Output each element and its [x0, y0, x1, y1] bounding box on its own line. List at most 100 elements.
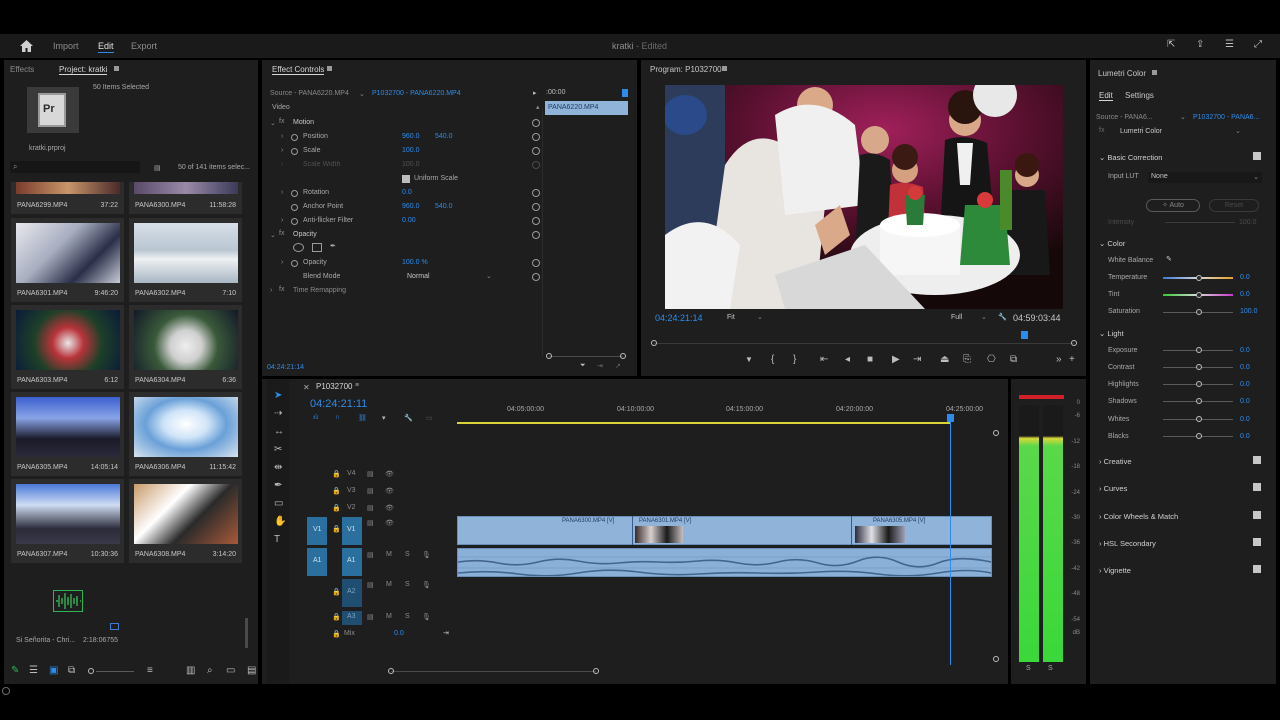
go-to-in-icon[interactable]: ⇤: [820, 355, 828, 365]
mute-button[interactable]: M: [386, 581, 392, 588]
tint-knob[interactable]: [1196, 292, 1202, 298]
list-item[interactable]: Si Señorita - Chri... 2:18:06755: [11, 566, 124, 650]
track-a1[interactable]: A1 ▤ M S 🎙: [330, 548, 456, 576]
track-a2[interactable]: 🔒 A2 ▤ M S 🎙: [330, 579, 456, 607]
timeline-timecode[interactable]: 04:24:21:11: [310, 398, 367, 410]
list-item[interactable]: PANA6306.MP4 11:15:42: [129, 392, 242, 476]
freeform-view-icon[interactable]: ⧉: [68, 666, 75, 676]
razor-tool-icon[interactable]: ✂: [274, 445, 282, 455]
curves-section-header[interactable]: › Curves: [1099, 484, 1127, 493]
solo-right-button[interactable]: S: [1048, 665, 1053, 672]
opacity-value[interactable]: 100.0 %: [402, 259, 428, 266]
tint-value[interactable]: 0.0: [1240, 291, 1250, 298]
list-view-icon[interactable]: ☰: [29, 666, 38, 676]
color-wheels-checkbox[interactable]: [1253, 511, 1261, 519]
import-menu[interactable]: Import: [53, 41, 79, 51]
ec-current-time[interactable]: 04:24:21:14: [267, 364, 304, 371]
rotation-row[interactable]: › Rotation 0.0: [270, 187, 540, 201]
go-to-end-icon[interactable]: ⇥: [443, 629, 449, 637]
scale-value[interactable]: 100.0: [402, 147, 420, 154]
reset-icon[interactable]: [532, 231, 540, 239]
sequence-menu-icon[interactable]: ≡: [355, 382, 359, 389]
eye-icon[interactable]: 👁: [385, 504, 394, 512]
nudge-icon[interactable]: ⇥: [597, 362, 603, 370]
add-marker-icon[interactable]: ▼: [745, 355, 753, 365]
stopwatch-icon[interactable]: [291, 218, 298, 225]
mark-out-icon[interactable]: }: [793, 355, 796, 365]
antiflicker-row[interactable]: › Anti-flicker Filter 0.00: [270, 215, 540, 229]
track-v4[interactable]: 🔒 V4 ▤ 👁: [330, 468, 456, 482]
reset-icon[interactable]: [532, 273, 540, 281]
scrubber-start-knob[interactable]: [651, 340, 657, 346]
track-target-a2[interactable]: A2: [342, 579, 362, 607]
track-target-a1[interactable]: A1: [342, 548, 362, 576]
motion-row[interactable]: ⌄ fx Motion: [270, 117, 540, 131]
ripple-edit-icon[interactable]: ↔: [274, 427, 284, 437]
track-a3[interactable]: 🔒 A3 ▤ M S 🎙: [330, 611, 456, 625]
export-menu[interactable]: Export: [131, 41, 157, 51]
reset-icon[interactable]: [532, 217, 540, 225]
type-tool-icon[interactable]: T: [274, 535, 280, 545]
clip-label[interactable]: PANA6301.MP4 [V]: [639, 518, 691, 524]
auto-button[interactable]: ✧ Auto: [1146, 199, 1200, 212]
sync-lock-icon[interactable]: ▤: [367, 504, 374, 512]
shadows-knob[interactable]: [1196, 398, 1202, 404]
program-playhead[interactable]: [1021, 331, 1028, 339]
source-patch-a1[interactable]: A1: [307, 548, 327, 576]
contrast-value[interactable]: 0.0: [1240, 364, 1250, 371]
new-item-icon[interactable]: ▤: [247, 666, 256, 676]
lock-icon[interactable]: 🔒: [332, 487, 341, 495]
highlights-value[interactable]: 0.0: [1240, 381, 1250, 388]
input-lut-select[interactable]: None ⌄: [1148, 172, 1262, 183]
highlights-knob[interactable]: [1196, 381, 1202, 387]
solo-button[interactable]: S: [405, 551, 410, 558]
search-input[interactable]: ⌕: [10, 161, 140, 173]
camera-icon[interactable]: ⎔: [987, 355, 996, 365]
list-item[interactable]: PANA6303.MP4 6:12: [11, 305, 124, 389]
ellipse-mask-icon[interactable]: [293, 243, 304, 252]
zoom-scroll-end[interactable]: [593, 668, 599, 674]
panel-menu-icon[interactable]: [114, 66, 119, 71]
source-label[interactable]: Source - PANA6220.MP4: [270, 90, 349, 97]
color-wheels-section-header[interactable]: › Color Wheels & Match: [1099, 512, 1178, 521]
zoom-slider-knob[interactable]: [88, 668, 94, 674]
chevron-down-icon[interactable]: ⌄: [359, 90, 365, 98]
settings-wrench-icon[interactable]: 🔧: [404, 414, 413, 422]
temperature-knob[interactable]: [1196, 275, 1202, 281]
vertical-scroll-knob-end[interactable]: [993, 656, 999, 662]
ec-zoom-knob-end[interactable]: [620, 353, 626, 359]
saturation-value[interactable]: 100.0: [1240, 308, 1258, 315]
reset-icon[interactable]: [532, 189, 540, 197]
hsl-checkbox[interactable]: [1253, 538, 1261, 546]
lock-icon[interactable]: 🔒: [332, 588, 341, 596]
ec-zoom-slider[interactable]: [549, 356, 623, 357]
vertical-scroll-knob[interactable]: [993, 430, 999, 436]
lumetri-sequence[interactable]: P1032700 - PANA6...: [1193, 114, 1259, 121]
workspace-menu-icon[interactable]: ☰: [1225, 40, 1234, 50]
mark-in-icon[interactable]: {: [771, 355, 774, 365]
list-item[interactable]: PANA6301.MP4 9:46:20: [11, 218, 124, 302]
stopwatch-icon[interactable]: [291, 134, 298, 141]
program-video-frame[interactable]: [665, 85, 1063, 309]
light-section-header[interactable]: ⌄ Light: [1099, 329, 1124, 338]
extract-icon[interactable]: ⎘: [963, 355, 971, 365]
antiflicker-value[interactable]: 0.00: [402, 217, 416, 224]
uniform-scale-checkbox[interactable]: [402, 175, 410, 183]
bin-icon[interactable]: ▤: [154, 164, 161, 172]
program-timecode-text[interactable]: 04:24:21:14: [655, 313, 703, 323]
export-frame-icon[interactable]: ↗: [615, 362, 621, 370]
basic-correction-checkbox[interactable]: [1253, 152, 1261, 160]
lock-icon[interactable]: 🔒: [332, 525, 341, 533]
opacity-row[interactable]: › Opacity 100.0 %: [270, 257, 540, 271]
exposure-knob[interactable]: [1196, 347, 1202, 353]
stop-icon[interactable]: ■: [867, 355, 873, 365]
reset-icon[interactable]: [532, 203, 540, 211]
chevron-down-icon[interactable]: ⌄: [757, 313, 763, 321]
chevron-down-icon[interactable]: ⌄: [981, 313, 987, 321]
eye-icon[interactable]: 👁: [385, 487, 394, 495]
timeline-playhead-line[interactable]: [950, 420, 951, 665]
list-item[interactable]: PANA6299.MP4 37:22: [11, 182, 124, 214]
basic-correction-header[interactable]: ⌄ Basic Correction: [1099, 153, 1162, 162]
sync-lock-icon[interactable]: ▤: [367, 470, 374, 478]
rectangle-mask-icon[interactable]: [312, 243, 322, 252]
